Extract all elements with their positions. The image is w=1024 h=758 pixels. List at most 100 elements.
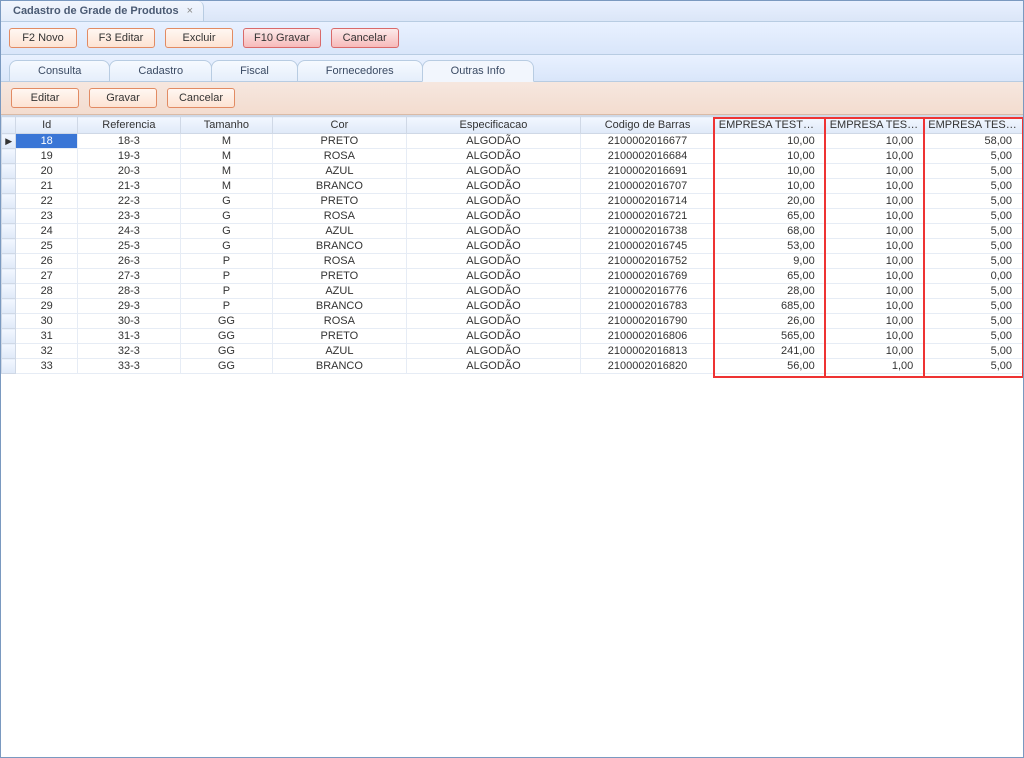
table-row[interactable]: 1919-3MROSAALGODÃO210000201668410,0010,0… (2, 149, 1023, 164)
cell-tamanho[interactable]: P (180, 299, 272, 314)
cell-cor[interactable]: AZUL (273, 284, 407, 299)
cell-codigo-barras[interactable]: 2100002016752 (581, 254, 715, 269)
cell-tamanho[interactable]: G (180, 209, 272, 224)
cell-id[interactable]: 24 (16, 224, 78, 239)
cell-cor[interactable]: AZUL (273, 164, 407, 179)
cell-codigo-barras[interactable]: 2100002016684 (581, 149, 715, 164)
cell-empresa-3[interactable]: 5,00 (924, 359, 1023, 374)
table-row[interactable]: 2929-3PBRANCOALGODÃO2100002016783685,001… (2, 299, 1023, 314)
cell-referencia[interactable]: 28-3 (78, 284, 181, 299)
cell-referencia[interactable]: 27-3 (78, 269, 181, 284)
cell-tamanho[interactable]: GG (180, 344, 272, 359)
cell-empresa-2[interactable]: 10,00 (825, 329, 924, 344)
cell-cor[interactable]: PRETO (273, 194, 407, 209)
table-row[interactable]: 2828-3PAZULALGODÃO210000201677628,0010,0… (2, 284, 1023, 299)
row-indicator[interactable] (2, 314, 16, 329)
cell-id[interactable]: 19 (16, 149, 78, 164)
cell-id[interactable]: 33 (16, 359, 78, 374)
table-row[interactable]: ▶1818-3MPRETOALGODÃO210000201667710,0010… (2, 134, 1023, 149)
cell-empresa-1[interactable]: 53,00 (714, 239, 825, 254)
cell-tamanho[interactable]: M (180, 164, 272, 179)
table-row[interactable]: 3030-3GGROSAALGODÃO210000201679026,0010,… (2, 314, 1023, 329)
cell-tamanho[interactable]: G (180, 224, 272, 239)
cell-id[interactable]: 28 (16, 284, 78, 299)
cell-id[interactable]: 32 (16, 344, 78, 359)
table-row[interactable]: 3131-3GGPRETOALGODÃO2100002016806565,001… (2, 329, 1023, 344)
row-indicator[interactable] (2, 194, 16, 209)
cell-empresa-1[interactable]: 685,00 (714, 299, 825, 314)
cell-referencia[interactable]: 20-3 (78, 164, 181, 179)
col-codigo-barras[interactable]: Codigo de Barras (581, 117, 715, 134)
table-row[interactable]: 2525-3GBRANCOALGODÃO210000201674553,0010… (2, 239, 1023, 254)
cell-codigo-barras[interactable]: 2100002016745 (581, 239, 715, 254)
cell-codigo-barras[interactable]: 2100002016691 (581, 164, 715, 179)
cell-empresa-2[interactable]: 10,00 (825, 254, 924, 269)
cell-codigo-barras[interactable]: 2100002016714 (581, 194, 715, 209)
cell-cor[interactable]: PRETO (273, 134, 407, 149)
cell-empresa-1[interactable]: 20,00 (714, 194, 825, 209)
cell-tamanho[interactable]: GG (180, 314, 272, 329)
cell-cor[interactable]: ROSA (273, 254, 407, 269)
table-row[interactable]: 2121-3MBRANCOALGODÃO210000201670710,0010… (2, 179, 1023, 194)
cell-empresa-3[interactable]: 5,00 (924, 344, 1023, 359)
cell-referencia[interactable]: 18-3 (78, 134, 181, 149)
cell-especificacao[interactable]: ALGODÃO (406, 299, 581, 314)
cell-codigo-barras[interactable]: 2100002016790 (581, 314, 715, 329)
cell-empresa-1[interactable]: 9,00 (714, 254, 825, 269)
cell-referencia[interactable]: 23-3 (78, 209, 181, 224)
cell-tamanho[interactable]: M (180, 149, 272, 164)
col-cor[interactable]: Cor (273, 117, 407, 134)
row-indicator[interactable] (2, 149, 16, 164)
col-empresa-1[interactable]: EMPRESA TESTE LTDA (714, 117, 825, 134)
cell-empresa-2[interactable]: 1,00 (825, 359, 924, 374)
cell-cor[interactable]: ROSA (273, 209, 407, 224)
cell-empresa-2[interactable]: 10,00 (825, 209, 924, 224)
cell-referencia[interactable]: 32-3 (78, 344, 181, 359)
cell-referencia[interactable]: 29-3 (78, 299, 181, 314)
cell-especificacao[interactable]: ALGODÃO (406, 239, 581, 254)
cell-id[interactable]: 25 (16, 239, 78, 254)
cell-id[interactable]: 23 (16, 209, 78, 224)
row-indicator[interactable] (2, 299, 16, 314)
cell-especificacao[interactable]: ALGODÃO (406, 254, 581, 269)
row-indicator[interactable] (2, 164, 16, 179)
cell-empresa-1[interactable]: 10,00 (714, 149, 825, 164)
row-indicator[interactable] (2, 209, 16, 224)
cell-empresa-1[interactable]: 10,00 (714, 164, 825, 179)
cell-codigo-barras[interactable]: 2100002016776 (581, 284, 715, 299)
table-row[interactable]: 2323-3GROSAALGODÃO210000201672165,0010,0… (2, 209, 1023, 224)
cell-cor[interactable]: PRETO (273, 269, 407, 284)
cell-empresa-1[interactable]: 65,00 (714, 209, 825, 224)
window-tab[interactable]: Cadastro de Grade de Produtos × (1, 1, 204, 21)
cell-tamanho[interactable]: GG (180, 359, 272, 374)
row-indicator[interactable] (2, 239, 16, 254)
tab-fornecedores[interactable]: Fornecedores (297, 60, 423, 82)
cell-empresa-2[interactable]: 10,00 (825, 194, 924, 209)
cell-empresa-3[interactable]: 5,00 (924, 314, 1023, 329)
grid-container[interactable]: Id Referencia Tamanho Cor Especificacao … (1, 115, 1023, 757)
cell-empresa-1[interactable]: 26,00 (714, 314, 825, 329)
cell-especificacao[interactable]: ALGODÃO (406, 194, 581, 209)
cell-empresa-3[interactable]: 5,00 (924, 239, 1023, 254)
cell-especificacao[interactable]: ALGODÃO (406, 329, 581, 344)
cell-especificacao[interactable]: ALGODÃO (406, 134, 581, 149)
row-indicator[interactable] (2, 224, 16, 239)
cell-empresa-2[interactable]: 10,00 (825, 269, 924, 284)
row-indicator[interactable] (2, 329, 16, 344)
editar-button[interactable]: F3 Editar (87, 28, 155, 48)
row-indicator[interactable] (2, 359, 16, 374)
sub-gravar-button[interactable]: Gravar (89, 88, 157, 108)
cell-empresa-3[interactable]: 5,00 (924, 284, 1023, 299)
cell-especificacao[interactable]: ALGODÃO (406, 164, 581, 179)
cell-referencia[interactable]: 19-3 (78, 149, 181, 164)
cell-empresa-2[interactable]: 10,00 (825, 224, 924, 239)
cell-referencia[interactable]: 26-3 (78, 254, 181, 269)
sub-editar-button[interactable]: Editar (11, 88, 79, 108)
cell-id[interactable]: 27 (16, 269, 78, 284)
row-indicator[interactable] (2, 344, 16, 359)
cell-empresa-2[interactable]: 10,00 (825, 314, 924, 329)
cell-codigo-barras[interactable]: 2100002016783 (581, 299, 715, 314)
cell-empresa-3[interactable]: 5,00 (924, 224, 1023, 239)
cell-codigo-barras[interactable]: 2100002016738 (581, 224, 715, 239)
cell-especificacao[interactable]: ALGODÃO (406, 149, 581, 164)
